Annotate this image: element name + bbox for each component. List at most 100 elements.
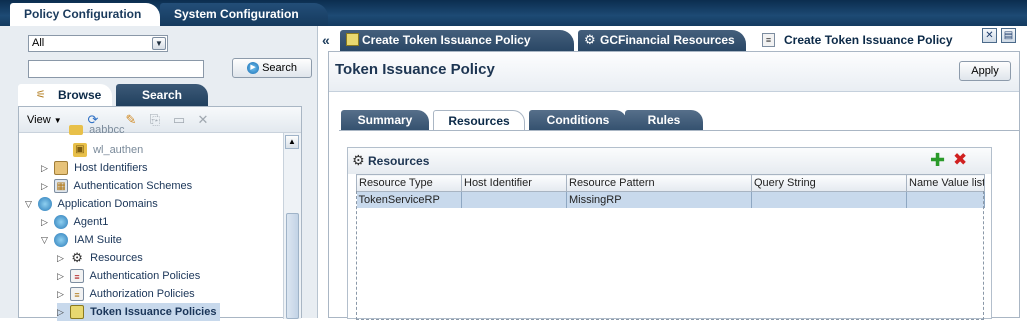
expand-icon[interactable]: ▷: [57, 267, 67, 285]
lock-icon: [69, 125, 83, 135]
tab-resources[interactable]: Resources: [433, 110, 525, 131]
tree-hierarchy-icon: ⚟: [36, 89, 46, 101]
collapse-icon[interactable]: ▽: [25, 195, 35, 213]
scrollbar-thumb[interactable]: [286, 213, 299, 319]
table-body-area: [356, 191, 984, 320]
policy-document-icon: ≡: [70, 269, 85, 284]
tree-node-authorization-policies[interactable]: ▷ ≡ Authorization Policies: [57, 285, 195, 303]
domain-icon: [54, 233, 69, 248]
column-header-resource-type[interactable]: Resource Type: [356, 174, 462, 192]
tab-gcfinancial-resources[interactable]: ⚙ GCFinancial Resources: [578, 30, 746, 51]
expand-icon[interactable]: ▷: [41, 159, 51, 177]
tab-rules[interactable]: Rules: [625, 110, 703, 131]
tab-list-icon[interactable]: ▤: [1001, 28, 1016, 43]
tab-create-token-issuance-policy-1[interactable]: Create Token Issuance Policy: [340, 30, 574, 51]
column-header-query-string[interactable]: Query String: [751, 174, 907, 192]
table-header-row: Resource Type Host Identifier Resource P…: [356, 174, 985, 192]
token-policy-icon: [346, 33, 359, 46]
tree-node-label: Authentication Policies: [89, 270, 201, 282]
tree-node-authentication-policies[interactable]: ▷ ≡ Authentication Policies: [57, 267, 200, 285]
gear-icon: ⚙: [584, 32, 596, 47]
tree-node-wl-authen[interactable]: ▣ wl_authen: [73, 141, 143, 159]
go-icon: ▶: [247, 62, 260, 75]
scroll-up-icon[interactable]: ▲: [285, 135, 299, 149]
tab-create-token-issuance-policy-2[interactable]: ≡ Create Token Issuance Policy: [750, 30, 970, 51]
tab-divider: [339, 130, 1019, 131]
collapse-panel-icon[interactable]: «: [322, 32, 330, 48]
column-header-name-value-list[interactable]: Name Value list: [906, 174, 985, 192]
chevron-down-icon: ▼: [53, 116, 62, 125]
browse-search-tabs: ⚟ Browse Search: [18, 84, 308, 106]
tab-summary[interactable]: Summary: [341, 110, 429, 131]
tree-node-host-identifiers[interactable]: ▷ Host Identifiers: [41, 159, 148, 177]
tree-node-label: aabbcc: [89, 125, 125, 135]
expand-icon[interactable]: ▷: [41, 177, 51, 195]
tree-node-label: IAM Suite: [74, 234, 122, 246]
tab-label: Create Token Issuance Policy: [362, 33, 531, 47]
tree-node-label: wl_authen: [93, 144, 144, 156]
view-menu[interactable]: View ▼: [27, 113, 62, 127]
create-icon[interactable]: ✎: [123, 112, 139, 128]
content-panel: Token Issuance Policy Apply Summary Reso…: [328, 51, 1020, 320]
navigation-panel: All ▼ ▶ Search ⚟ Browse Search View ▼ ⟳ …: [0, 26, 318, 321]
expand-icon[interactable]: ▷: [57, 285, 67, 303]
domain-icon: [38, 197, 53, 212]
chevron-down-icon: ▼: [152, 37, 166, 50]
tree-node-token-issuance-policies[interactable]: ▷ Token Issuance Policies: [57, 303, 221, 321]
tab-browse-label: Browse: [58, 88, 102, 102]
close-tab-icon[interactable]: ✕: [982, 28, 997, 43]
tree-toolbar: View ▼ ⟳ ✎ ⎘ ▭ ✕: [19, 107, 301, 133]
delete-icon[interactable]: ✕: [195, 112, 211, 128]
top-navigation-bar: Policy Configuration System Configuratio…: [0, 0, 1027, 26]
gear-icon: ⚙: [71, 250, 83, 266]
collapse-icon[interactable]: ▽: [41, 231, 51, 249]
column-header-host-identifier[interactable]: Host Identifier: [461, 174, 567, 192]
tree-node-label: Token Issuance Policies: [90, 306, 217, 318]
tab-conditions[interactable]: Conditions: [529, 110, 627, 131]
expand-icon[interactable]: ▷: [57, 249, 67, 267]
search-input[interactable]: [28, 60, 204, 78]
filter-select[interactable]: All ▼: [28, 35, 168, 52]
tree-node-aabbcc[interactable]: aabbcc: [69, 125, 125, 135]
document-icon: ≡: [762, 33, 775, 47]
tree-node-label: Authentication Schemes: [73, 180, 193, 192]
tab-system-configuration[interactable]: System Configuration: [160, 3, 328, 26]
browse-tree-frame: View ▼ ⟳ ✎ ⎘ ▭ ✕ aabbcc ▣ wl_authen ▷ Ho…: [18, 106, 302, 321]
tab-label: Create Token Issuance Policy: [784, 33, 953, 47]
duplicate-icon[interactable]: ⎘: [147, 112, 163, 128]
column-header-resource-pattern[interactable]: Resource Pattern: [566, 174, 752, 192]
expand-icon[interactable]: ▷: [57, 303, 67, 321]
page-title: Token Issuance Policy: [335, 61, 495, 78]
tree-scrollbar[interactable]: ▲: [283, 133, 301, 319]
tree-node-label: Agent1: [73, 216, 109, 228]
tree-node-application-domains[interactable]: ▽ Application Domains: [25, 195, 158, 213]
tree-node-resources[interactable]: ▷ ⚙ Resources: [57, 249, 143, 267]
lock-icon: ▣: [73, 143, 87, 158]
tree-node-label: Application Domains: [57, 198, 158, 210]
tree-node-label: Host Identifiers: [74, 162, 148, 174]
tree-node-authentication-schemes[interactable]: ▷ ▦ Authentication Schemes: [41, 177, 192, 195]
tab-browse[interactable]: ⚟ Browse: [18, 84, 112, 106]
tree-node-agent1[interactable]: ▷ Agent1: [41, 213, 108, 231]
filter-select-value: All: [32, 37, 45, 49]
delete-icon[interactable]: ✖: [953, 150, 967, 170]
domain-icon: [54, 215, 69, 230]
apply-button[interactable]: Apply: [959, 61, 1011, 81]
add-icon[interactable]: ✚: [930, 150, 945, 171]
resources-title: Resources: [368, 154, 430, 168]
view-menu-label: View: [27, 114, 51, 126]
tree-node-label: Authorization Policies: [89, 288, 195, 300]
host-icon: [54, 161, 69, 176]
tab-search[interactable]: Search: [116, 84, 208, 106]
gear-icon: ⚙: [352, 152, 365, 168]
scheme-icon: ▦: [54, 179, 69, 194]
tree-node-iam-suite[interactable]: ▽ IAM Suite: [41, 231, 122, 249]
resources-header: ⚙ Resources ✚ ✖: [348, 148, 991, 174]
tab-policy-configuration[interactable]: Policy Configuration: [10, 3, 160, 26]
expand-icon[interactable]: ▷: [41, 213, 51, 231]
search-button-label: Search: [262, 62, 297, 74]
resources-section: ⚙ Resources ✚ ✖ Resource Type Host Ident…: [347, 147, 992, 320]
search-button[interactable]: ▶ Search: [232, 58, 312, 78]
tab-label: GCFinancial Resources: [600, 33, 735, 47]
open-icon[interactable]: ▭: [171, 112, 187, 128]
